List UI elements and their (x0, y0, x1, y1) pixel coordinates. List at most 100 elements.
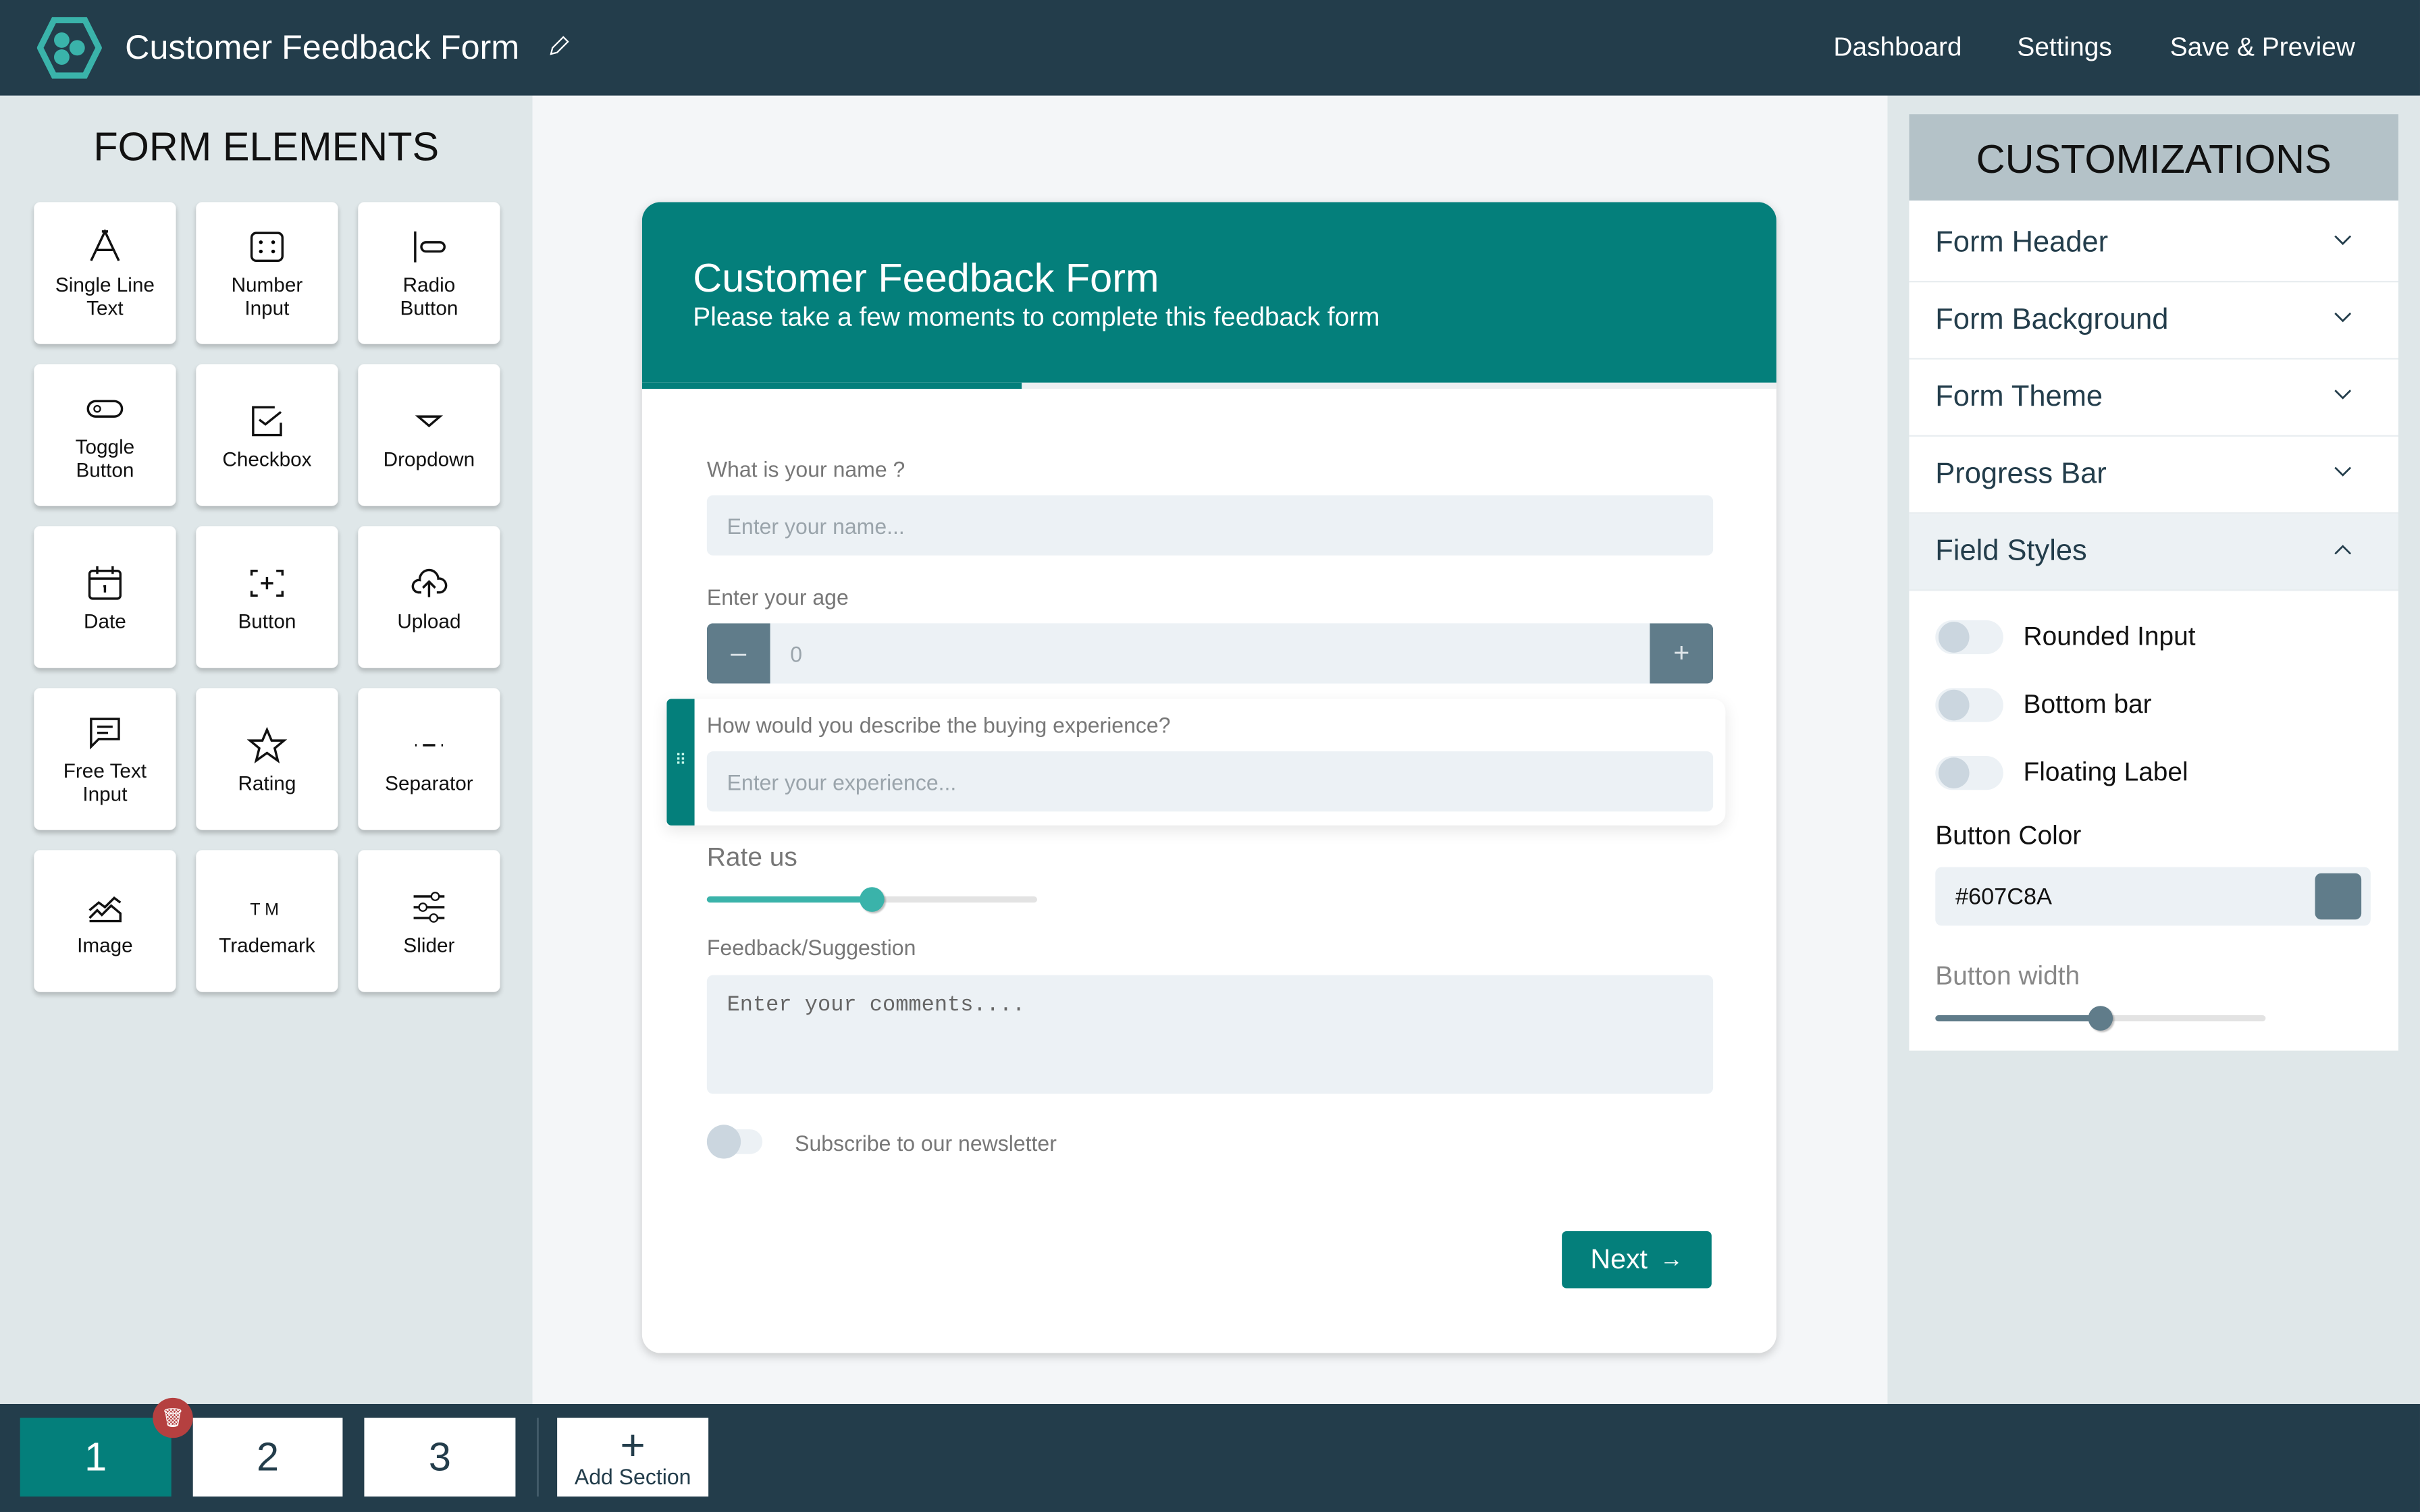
sections-bar: 1 🗑 2 3 + Add Section (0, 1397, 2420, 1512)
form-elements-title: FORM ELEMENTS (93, 123, 440, 170)
accordion-label: Field Styles (1935, 534, 2087, 567)
accordion-form-background[interactable]: Form Background (1909, 282, 2398, 360)
nav-settings[interactable]: Settings (2017, 32, 2111, 63)
app-title: Customer Feedback Form (125, 28, 520, 67)
button-width-thumb[interactable] (2088, 1006, 2113, 1031)
customizations-card: CUSTOMIZATIONS Form Header Form Backgroun… (1909, 114, 2398, 1051)
divider (537, 1418, 539, 1497)
accordion-field-styles[interactable]: Field Styles (1909, 514, 2398, 591)
element-label: Dropdown (383, 446, 475, 470)
rate-slider[interactable] (706, 887, 1037, 912)
top-bar: Customer Feedback Form Dashboard Setting… (0, 0, 2420, 96)
element-tile-radio-button[interactable]: Radio Button (358, 202, 500, 344)
toggle-rounded-input[interactable] (1935, 620, 2003, 655)
color-swatch[interactable] (2315, 873, 2362, 920)
toggle-knob (1938, 757, 1970, 788)
feedback-label: Feedback/Suggestion (706, 935, 916, 960)
element-tile-separator[interactable]: Separator (358, 688, 500, 830)
accordion-form-header[interactable]: Form Header (1909, 205, 2398, 283)
element-tile-upload[interactable]: Upload (358, 526, 500, 668)
toggle-knob (1938, 622, 1970, 653)
number-icon (250, 232, 284, 262)
element-tile-number-input[interactable]: Number Input (196, 202, 338, 344)
font-icon (90, 228, 120, 262)
increment-button[interactable]: + (1650, 623, 1714, 684)
delete-section-icon[interactable]: 🗑 (153, 1397, 193, 1438)
element-label: Number Input (231, 273, 303, 320)
upload-icon (411, 568, 448, 597)
accordion-label: Progress Bar (1935, 457, 2107, 490)
name-input[interactable]: Enter your name... (706, 495, 1714, 556)
calendar-icon (88, 565, 122, 599)
logo-icon (36, 17, 102, 79)
element-label: Slider (403, 932, 455, 956)
element-label: Toggle Button (75, 435, 135, 482)
element-label: Button (238, 608, 296, 632)
element-tile-trademark[interactable]: T M Trademark (196, 850, 338, 992)
button-width-fill (1935, 1015, 2101, 1022)
section-tab-1[interactable]: 1 (20, 1418, 172, 1497)
chevron-up-icon (2334, 545, 2352, 555)
element-tile-date[interactable]: Date (34, 526, 176, 668)
element-label: Radio Button (400, 273, 458, 320)
svg-text:T M: T M (250, 899, 279, 918)
checkbox-icon (252, 405, 282, 436)
accordion-label: Form Background (1935, 303, 2169, 336)
feedback-textarea[interactable]: Enter your comments.... (706, 975, 1714, 1094)
customizations-title: CUSTOMIZATIONS (1909, 114, 2398, 201)
element-label: Date (84, 608, 126, 632)
plus-icon: + (620, 1420, 646, 1468)
add-section-label: Add Section (574, 1463, 691, 1488)
name-label: What is your name ? (706, 456, 905, 482)
button-width-label: Button width (1935, 961, 2080, 991)
experience-input[interactable]: Enter your experience... (706, 751, 1714, 812)
element-tile-single-line-text[interactable]: Single Line Text (34, 202, 176, 344)
button-width-slider[interactable] (1935, 1006, 2266, 1031)
element-tile-image[interactable]: Image (34, 850, 176, 992)
toggle-knob (1938, 689, 1970, 721)
age-value[interactable]: 0 (770, 641, 1650, 666)
accordion-label: Form Header (1935, 225, 2109, 259)
section-tab-2[interactable]: 2 (192, 1418, 343, 1497)
element-tile-toggle-button[interactable]: Toggle Button (34, 364, 176, 506)
toggle-bottom-bar[interactable] (1935, 688, 2003, 722)
add-section-button[interactable]: + Add Section (557, 1418, 709, 1497)
element-tile-button[interactable]: Button (196, 526, 338, 668)
toggle-label: Bottom bar (2023, 689, 2152, 720)
element-label: Trademark (219, 932, 315, 956)
nav-save-preview[interactable]: Save & Preview (2170, 32, 2355, 63)
accordion-label: Form Theme (1935, 380, 2103, 413)
newsletter-toggle[interactable] (706, 1125, 763, 1159)
toggle-label: Floating Label (2023, 757, 2188, 787)
element-tile-slider[interactable]: Slider (358, 850, 500, 992)
decrement-button[interactable]: – (706, 623, 770, 684)
element-label: Checkbox (222, 446, 312, 470)
button-color-value: #607C8A (1955, 883, 2052, 910)
separator-icon (415, 743, 443, 746)
next-button[interactable]: Next → (1562, 1231, 1712, 1289)
star-icon (246, 726, 288, 763)
element-tile-dropdown[interactable]: Dropdown (358, 364, 500, 506)
rate-slider-thumb[interactable] (860, 887, 885, 912)
dropdown-icon (415, 414, 444, 427)
section-tab-3[interactable]: 3 (364, 1418, 516, 1497)
arrow-right-icon: → (1660, 1246, 1683, 1273)
nav-dashboard[interactable]: Dashboard (1833, 32, 1962, 63)
element-tile-free-text-input[interactable]: Free Text Input (34, 688, 176, 830)
drag-handle-icon[interactable]: ⠿ (666, 699, 695, 826)
toggle-floating-label[interactable] (1935, 755, 2003, 790)
element-tile-rating[interactable]: Rating (196, 688, 338, 830)
accordion-progress-bar[interactable]: Progress Bar (1909, 437, 2398, 514)
button-color-input[interactable]: #607C8A (1935, 867, 2371, 926)
element-label: Single Line Text (55, 273, 155, 320)
message-icon (90, 718, 120, 750)
chevron-down-icon (2334, 313, 2352, 323)
rate-slider-fill (706, 896, 872, 903)
element-tile-checkbox[interactable]: Checkbox (196, 364, 338, 506)
accordion-form-theme[interactable]: Form Theme (1909, 360, 2398, 437)
button-icon (250, 568, 284, 596)
slider-icon (413, 890, 445, 922)
edit-pencil-icon[interactable] (546, 34, 571, 59)
age-stepper[interactable]: – 0 + (706, 623, 1714, 684)
element-label: Rating (238, 770, 296, 794)
